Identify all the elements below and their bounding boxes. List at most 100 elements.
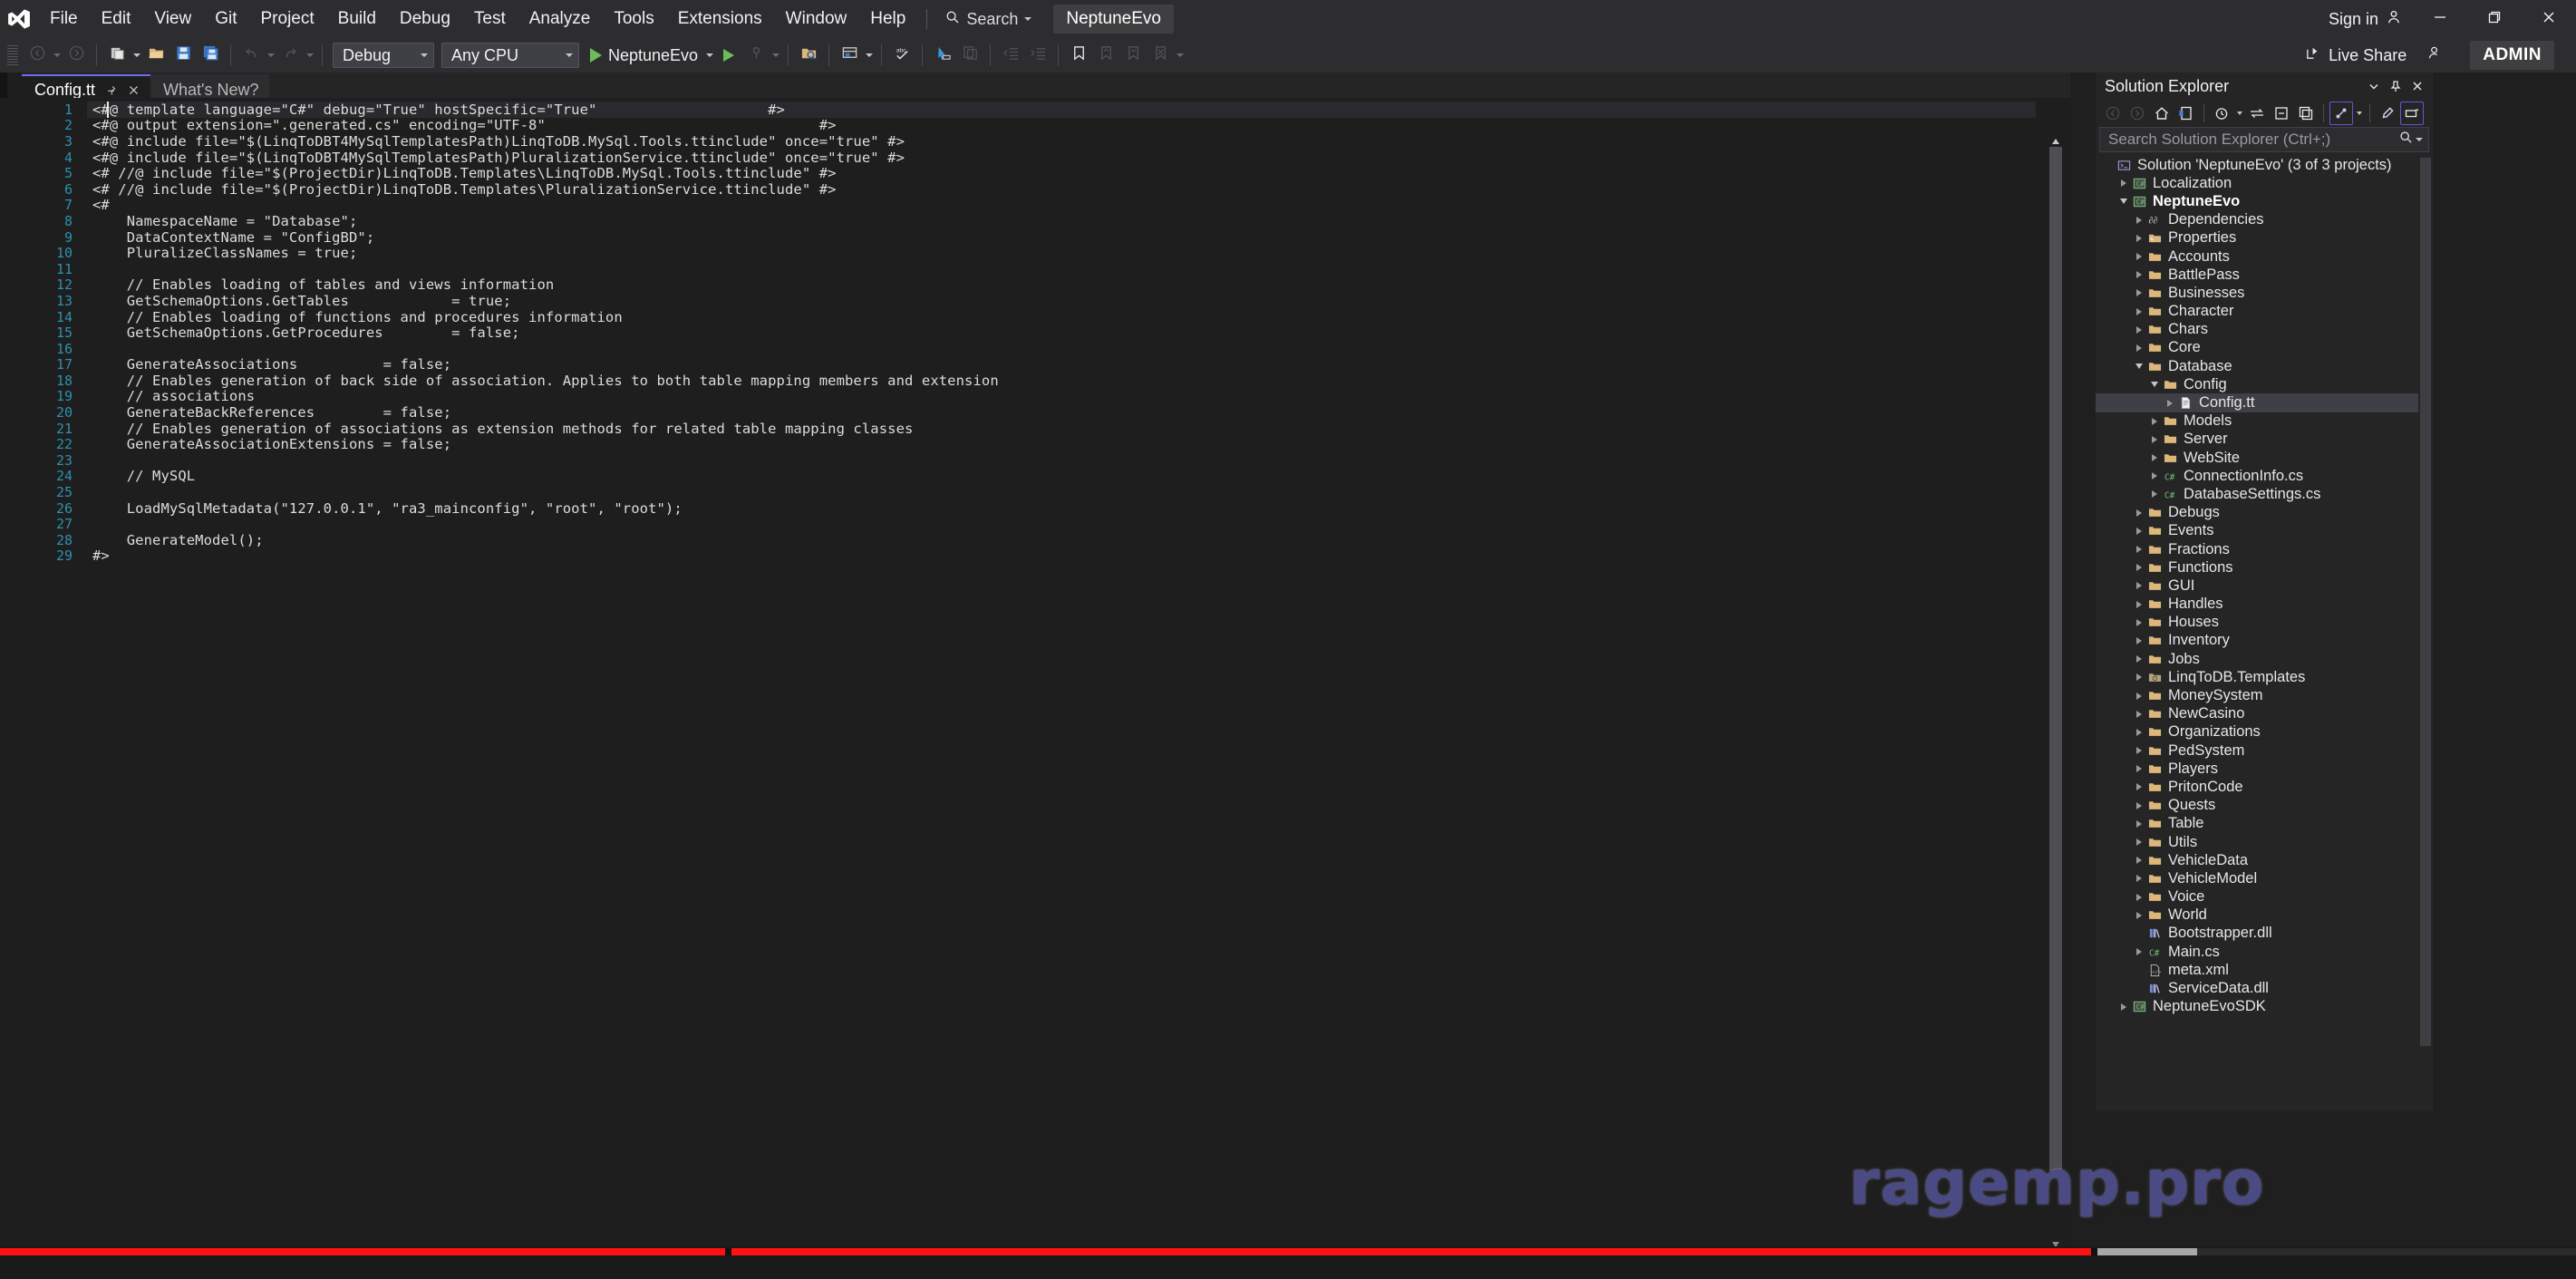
find-in-files-button[interactable] [795,42,822,69]
expand-arrow-icon[interactable] [2132,542,2146,557]
collapse-arrow-icon[interactable] [2116,194,2131,208]
start-debugging-button[interactable]: NeptuneEvo [583,42,703,69]
tree-item-config[interactable]: Config [2096,375,2433,393]
menu-file[interactable]: File [38,0,90,38]
tree-item-connectioninfo-cs[interactable]: C#ConnectionInfo.cs [2096,467,2433,485]
tree-item-battlepass[interactable]: BattlePass [2096,266,2433,284]
close-button[interactable] [2522,0,2576,38]
code-line[interactable]: 25 [0,484,2045,500]
pin-icon[interactable] [2386,76,2406,96]
line-text[interactable]: GenerateBackReferences = false; [87,404,451,421]
expand-arrow-icon[interactable] [2132,652,2146,666]
tree-item-website[interactable]: WebSite [2096,449,2433,467]
window-layout-dropdown[interactable] [863,42,875,69]
window-layout-button[interactable] [836,42,863,69]
collapse-arrow-icon[interactable] [2147,377,2162,392]
tree-item-config-tt[interactable]: Config.tt [2096,393,2433,412]
sync-with-active-document-button[interactable] [2245,102,2269,125]
tree-item-moneysystem[interactable]: MoneySystem [2096,686,2433,704]
tree-item-neptuneevo[interactable]: C#NeptuneEvo [2096,192,2433,210]
line-text[interactable]: <#@ output extension=".generated.cs" enc… [87,117,837,133]
save-all-button[interactable] [197,42,224,69]
menu-debug[interactable]: Debug [388,0,462,38]
collapse-all-button[interactable] [2270,102,2293,125]
increase-indent-button[interactable] [1024,42,1051,69]
select-element-button[interactable] [929,42,956,69]
tree-item-linqtodb-templates[interactable]: LinqToDB.Templates [2096,668,2433,686]
line-text[interactable]: // Enables generation of back side of as… [87,373,999,389]
line-text[interactable]: <#@ template language="C#" debug="True" … [87,102,2036,118]
settings-button[interactable] [2376,102,2399,125]
code-line[interactable]: 9 DataContextName = "ConfigBD"; [0,229,2045,246]
scroll-down-icon[interactable] [2050,1237,2061,1246]
tree-item-character[interactable]: Character [2096,303,2433,321]
menu-analyze[interactable]: Analyze [518,0,603,38]
toggle-bookmark-button[interactable] [1065,42,1092,69]
start-debugging-dropdown[interactable] [703,42,715,69]
tree-item-table[interactable]: Table [2096,815,2433,833]
code-line[interactable]: 17 GenerateAssociations = false; [0,357,2045,373]
code-line[interactable]: 15 GetSchemaOptions.GetProcedures = fals… [0,325,2045,341]
line-text[interactable]: <# //@ include file="$(ProjectDir)LinqTo… [87,165,837,181]
menu-project[interactable]: Project [249,0,326,38]
expand-arrow-icon[interactable] [2147,451,2162,465]
live-share-button[interactable]: Live Share [2298,42,2412,69]
restore-button[interactable] [2467,0,2522,38]
code-line[interactable]: 5<# //@ include file="$(ProjectDir)LinqT… [0,165,2045,181]
code-line[interactable]: 18 // Enables generation of back side of… [0,373,2045,389]
admin-badge[interactable]: ADMIN [2470,41,2554,70]
code-line[interactable]: 11 [0,261,2045,277]
tree-item-meta-xml[interactable]: </>meta.xml [2096,961,2433,979]
expand-arrow-icon[interactable] [2147,414,2162,429]
tree-item-events[interactable]: Events [2096,522,2433,540]
redo-dropdown[interactable] [304,42,315,69]
tree-item-inventory[interactable]: Inventory [2096,632,2433,650]
tree-item-organizations[interactable]: Organizations [2096,723,2433,741]
code-line[interactable]: 8 NamespaceName = "Database"; [0,213,2045,229]
expand-arrow-icon[interactable] [2132,670,2146,684]
tree-item-dependencies[interactable]: ∂∂Dependencies [2096,211,2433,229]
expand-arrow-icon[interactable] [2147,432,2162,447]
tree-item-models[interactable]: Models [2096,412,2433,431]
next-bookmark-button[interactable] [1119,42,1147,69]
tree-item-debugs[interactable]: Debugs [2096,504,2433,522]
tree-item-newcasino[interactable]: NewCasino [2096,705,2433,723]
expand-arrow-icon[interactable] [2132,231,2146,246]
code-line[interactable]: 7<# [0,198,2045,214]
line-text[interactable]: // Enables loading of functions and proc… [87,309,623,325]
line-text[interactable]: GetSchemaOptions.GetTables = true; [87,293,511,309]
expand-arrow-icon[interactable] [2147,487,2162,501]
code-line[interactable]: 4<#@ include file="$(LinqToDBT4MySqlTemp… [0,150,2045,166]
redo-button[interactable] [276,42,304,69]
tree-item-world[interactable]: World [2096,906,2433,925]
line-text[interactable]: DataContextName = "ConfigBD"; [87,229,374,246]
tree-item-gui[interactable]: GUI [2096,577,2433,595]
menu-git[interactable]: Git [203,0,248,38]
sign-in-button[interactable]: Sign in [2318,9,2413,30]
collapse-arrow-icon[interactable] [2132,359,2146,373]
code-line[interactable]: 20 GenerateBackReferences = false; [0,404,2045,421]
line-text[interactable]: // Enables loading of tables and views i… [87,276,554,293]
expand-arrow-icon[interactable] [2132,305,2146,319]
tree-item-core[interactable]: Core [2096,339,2433,357]
progress-played[interactable] [0,1248,725,1255]
tree-item-players[interactable]: Players [2096,760,2433,778]
expand-arrow-icon[interactable] [2132,853,2146,867]
tree-item-properties[interactable]: Properties [2096,229,2433,247]
solution-view-button[interactable] [2400,102,2424,125]
expand-arrow-icon[interactable] [2132,743,2146,758]
spell-check-button[interactable]: abc [888,42,915,69]
line-text[interactable]: // Enables generation of associations as… [87,421,913,437]
chevron-down-icon[interactable] [2364,76,2384,96]
tree-item-main-cs[interactable]: C#Main.cs [2096,943,2433,961]
menu-view[interactable]: View [142,0,203,38]
expand-arrow-icon[interactable] [2132,871,2146,886]
expand-arrow-icon[interactable] [2132,707,2146,722]
clear-bookmarks-button[interactable] [1147,42,1174,69]
tree-item-jobs[interactable]: Jobs [2096,650,2433,668]
code-line[interactable]: 16 [0,341,2045,357]
preview-dropdown[interactable] [2354,102,2364,125]
bookmarks-overflow-dropdown[interactable] [1174,42,1186,69]
undo-dropdown[interactable] [265,42,276,69]
code-line[interactable]: 26 LoadMySqlMetadata("127.0.0.1", "ra3_m… [0,500,2045,517]
